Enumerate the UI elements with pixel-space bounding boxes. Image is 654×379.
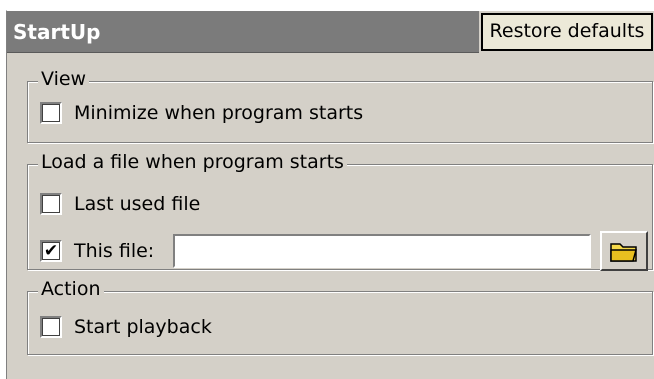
view-group-legend: View xyxy=(38,68,90,90)
load-file-group: Load a file when program starts Last use… xyxy=(27,151,653,271)
last-used-checkbox[interactable] xyxy=(40,193,62,215)
minimize-option[interactable]: Minimize when program starts xyxy=(40,100,363,126)
section-header: StartUp xyxy=(7,11,479,53)
minimize-checkbox[interactable] xyxy=(40,102,62,124)
folder-icon xyxy=(610,243,637,262)
section-title: StartUp xyxy=(13,20,101,44)
this-file-label: This file: xyxy=(74,240,155,262)
action-group-legend: Action xyxy=(38,278,104,300)
restore-defaults-button[interactable]: Restore defaults xyxy=(481,13,653,51)
this-file-option[interactable]: ✔ This file: xyxy=(40,238,154,264)
minimize-label: Minimize when program starts xyxy=(74,102,364,124)
start-playback-option[interactable]: Start playback xyxy=(40,314,212,340)
view-group: View Minimize when program starts xyxy=(27,68,653,143)
checkmark-icon: ✔ xyxy=(43,240,59,261)
load-file-group-legend: Load a file when program starts xyxy=(38,151,347,173)
last-used-label: Last used file xyxy=(74,193,201,215)
action-group: Action Start playback xyxy=(27,278,653,355)
browse-folder-button[interactable] xyxy=(600,231,648,271)
startup-panel: StartUp Restore defaults View Minimize w… xyxy=(6,10,654,379)
start-playback-label: Start playback xyxy=(74,316,212,338)
start-playback-checkbox[interactable] xyxy=(40,316,62,338)
file-path-input[interactable] xyxy=(173,234,591,268)
last-used-option[interactable]: Last used file xyxy=(40,191,200,217)
this-file-checkbox[interactable]: ✔ xyxy=(40,240,62,262)
